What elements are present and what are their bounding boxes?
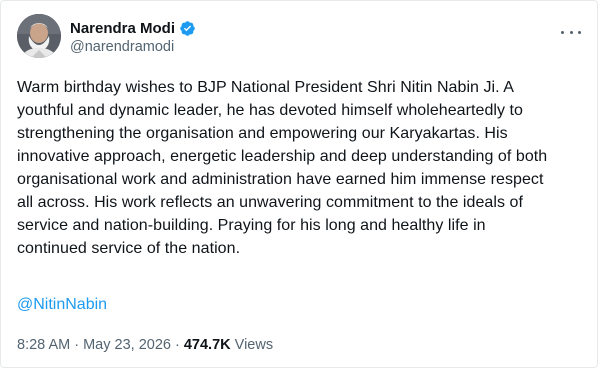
- author-block: Narendra Modi @narendramodi: [70, 18, 196, 55]
- tweet-text: Warm birthday wishes to BJP National Pre…: [17, 79, 548, 257]
- name-row: Narendra Modi: [70, 18, 196, 38]
- tweet-header: Narendra Modi @narendramodi: [17, 14, 583, 62]
- dot: [561, 30, 564, 34]
- views-label: Views: [234, 337, 274, 353]
- more-dots-icon[interactable]: [561, 24, 581, 40]
- tweet-date[interactable]: May 23, 2026: [83, 337, 171, 353]
- dot: [569, 30, 573, 34]
- mention-link[interactable]: @NitinNabin: [17, 293, 107, 316]
- author-display-name[interactable]: Narendra Modi: [70, 20, 175, 37]
- tweet-time[interactable]: 8:28 AM: [17, 337, 70, 353]
- author-handle[interactable]: @narendramodi: [70, 39, 196, 55]
- meta-separator: ·: [70, 337, 84, 353]
- meta-separator: ·: [170, 337, 184, 353]
- verified-badge-icon: [179, 20, 196, 37]
- avatar[interactable]: [17, 14, 61, 58]
- dot: [578, 30, 581, 34]
- views-count: 474.7K: [183, 337, 231, 353]
- tweet-card: Narendra Modi @narendramodi Warm birthda…: [0, 0, 598, 368]
- tweet-meta: 8:28 AM · May 23, 2026 · 474.7K Views: [17, 336, 273, 354]
